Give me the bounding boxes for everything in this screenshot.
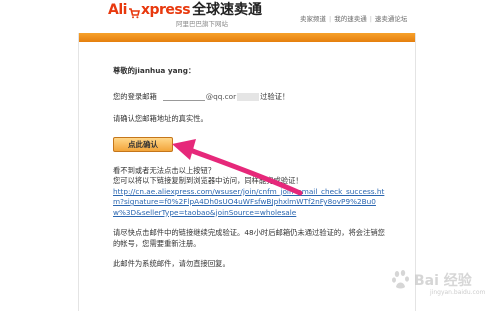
nav-link-forum[interactable]: 速卖通论坛	[375, 15, 408, 23]
email-username-blank	[162, 93, 205, 101]
verification-link[interactable]: http://cn.ae.aliexpress.com/wsuser/join/…	[113, 187, 388, 219]
logo-cn-text: 全球速卖通	[192, 2, 263, 18]
top-nav: 卖家频道 | 我的速卖通 | 速卖通论坛	[300, 13, 407, 23]
watermark-text: Bai 经验	[414, 273, 472, 289]
nav-link-seller-channel[interactable]: 卖家频道	[300, 15, 326, 23]
system-mail-note: 此邮件为系统邮件，请勿直接回复。	[113, 259, 230, 268]
fallback-line-1: 看不到或者无法点击以上按钮？	[113, 165, 216, 175]
login-email-line: 您的登录邮箱 @qq.cor 过验证！	[113, 92, 388, 103]
logo-express-text: xpress	[140, 2, 191, 18]
fallback-line-2: 您可以将以下链接复制到浏览器中访问，同样能完成验证！	[113, 176, 303, 185]
nav-divider: |	[329, 15, 332, 23]
email-frame: 尊敬的jianhua yang： 您的登录邮箱 @qq.cor 过验证！ 请确认…	[78, 33, 416, 311]
fallback-instructions: 看不到或者无法点击以上按钮？ 您可以将以下链接复制到浏览器中访问，同样能完成验证…	[113, 166, 388, 219]
nav-link-my-aliexpress[interactable]: 我的速卖通	[334, 15, 367, 23]
site-header: Ali xpress 全球速卖通 阿里巴巴旗下网站 卖家频道 | 我的速卖通 | 速卖通…	[0, 0, 500, 34]
confirm-button[interactable]: 点此确认	[113, 136, 173, 152]
confirm-instruction: 请确认您邮箱地址的真实性。	[113, 114, 208, 123]
greeting: 尊敬的jianhua yang：	[113, 66, 196, 75]
email-domain: @qq.cor	[205, 91, 237, 101]
verification-suffix: 过验证！	[260, 91, 290, 101]
watermark-url: jingyan.baidu.com	[430, 289, 486, 296]
orange-header-bar	[79, 33, 415, 42]
email-body: 尊敬的jianhua yang： 您的登录邮箱 @qq.cor 过验证！ 请确认…	[113, 66, 388, 270]
redacted-area	[237, 92, 260, 101]
logo-subtitle: 阿里巴巴旗下网站	[176, 20, 228, 28]
nav-divider: |	[369, 15, 372, 23]
logo-ali-text: Ali	[108, 2, 127, 18]
login-email-label: 您的登录邮箱	[113, 91, 157, 101]
paw-icon	[392, 270, 409, 289]
baidu-watermark: Bai 经验 jingyan.baidu.com	[390, 268, 490, 302]
cart-icon	[128, 4, 140, 19]
expiry-notice: 请尽快点击邮件中的链接继续完成验证。48小时后邮箱仍未通过验证的，将会注销您的帐…	[113, 228, 385, 248]
